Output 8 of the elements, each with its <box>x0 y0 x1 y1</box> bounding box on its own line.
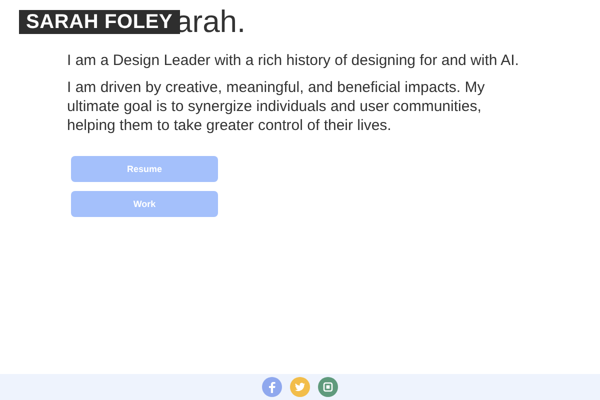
logo[interactable]: SARAH FOLEY <box>19 10 180 34</box>
nav-button[interactable]: Work <box>71 191 218 217</box>
bird-icon[interactable] <box>290 377 310 397</box>
nav-button[interactable]: Resume <box>71 156 218 182</box>
paragraph: I am driven by creative, meaningful, and beneficial impacts. My ultimate goal is to synergize individuals and user communities, helping them to take greater control of their lives. <box>67 78 486 135</box>
paragraph: I am a Design Leader with a rich history of designing for and with AI. <box>67 51 520 70</box>
facebook-icon[interactable] <box>262 377 282 397</box>
camera-icon[interactable] <box>318 377 338 397</box>
